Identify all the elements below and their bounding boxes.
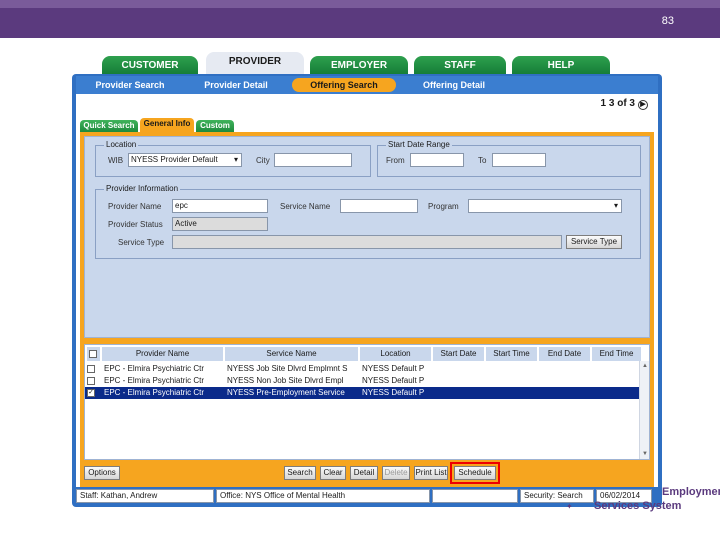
start-date-range-legend: Start Date Range [386, 140, 452, 149]
subnav-offering-search[interactable]: Offering Search [292, 78, 396, 92]
star-icon: ✦ [566, 502, 573, 511]
status-staff: Staff: Kathan, Andrew [76, 489, 214, 503]
service-name-cell: NYESS Non Job Site Dlvrd Empl [227, 376, 344, 385]
subnav-provider-search[interactable]: Provider Search [82, 78, 178, 92]
pager-text: 1 3 of 3 [600, 98, 635, 109]
logo-line-2: Services System [594, 500, 682, 512]
service-name-label: Service Name [280, 202, 331, 211]
tab-provider[interactable]: PROVIDER [206, 52, 304, 76]
next-page-icon[interactable]: ▶ [638, 100, 648, 110]
location-group: Location WIB NYESS Provider Default City [95, 140, 371, 177]
tab-custom[interactable]: Custom [196, 120, 234, 132]
slide-number: 83 [661, 15, 674, 27]
grid-scrollbar[interactable]: ▲ ▼ [639, 361, 649, 459]
schedule-highlight-box [450, 462, 500, 484]
scroll-down-icon[interactable]: ▼ [640, 449, 650, 459]
provider-status-field: Active [172, 217, 268, 231]
to-date-input[interactable] [492, 153, 546, 167]
wib-label: WIB [108, 156, 124, 165]
tab-customer[interactable]: CUSTOMER [102, 56, 198, 76]
provider-name-cell: EPC - Elmira Psychiatric Ctr [104, 388, 205, 397]
status-empty [432, 489, 518, 503]
provider-status-label: Provider Status [108, 220, 163, 229]
col-start-time[interactable]: Start Time [486, 347, 538, 361]
col-service-name[interactable]: Service Name [225, 347, 359, 361]
action-bar: Options Search Clear Detail Delete Print… [80, 462, 654, 484]
wib-value: NYESS Provider Default [131, 155, 218, 164]
program-label: Program [428, 202, 459, 211]
slide-header-bar: 83 [0, 0, 720, 38]
provider-name-cell: EPC - Elmira Psychiatric Ctr [104, 376, 205, 385]
detail-button[interactable]: Detail [350, 466, 378, 480]
row-checkbox[interactable] [87, 365, 95, 373]
search-button[interactable]: Search [284, 466, 316, 480]
to-label: To [478, 156, 487, 165]
header-strip [0, 0, 720, 8]
status-office: Office: NYS Office of Mental Health [216, 489, 430, 503]
select-all-checkbox[interactable] [89, 350, 97, 358]
table-row[interactable]: EPC - Elmira Psychiatric Ctr NYESS Job S… [85, 363, 639, 375]
start-date-range-group: Start Date Range From To [377, 140, 641, 177]
logo-line-1: Employment [662, 486, 720, 498]
service-name-cell: NYESS Pre-Employment Service [227, 388, 345, 397]
tab-quick-search[interactable]: Quick Search [80, 120, 138, 132]
search-form: Location WIB NYESS Provider Default City… [84, 136, 650, 338]
app-frame: Provider Search Provider Detail Offering… [72, 74, 662, 507]
pager: 1 3 of 3 ▶ [601, 98, 648, 110]
tab-general-info[interactable]: General Info [140, 118, 194, 132]
provider-information-group: Provider Information Provider Name epc S… [95, 184, 641, 259]
col-location[interactable]: Location [360, 347, 432, 361]
application-window: CUSTOMER PROVIDER EMPLOYER STAFF HELP Pr… [72, 52, 662, 507]
service-type-label: Service Type [118, 238, 165, 247]
col-end-date[interactable]: End Date [539, 347, 591, 361]
table-row[interactable]: EPC - Elmira Psychiatric Ctr NYESS Non J… [85, 375, 639, 387]
search-panel: Location WIB NYESS Provider Default City… [80, 132, 654, 487]
delete-button[interactable]: Delete [382, 466, 410, 480]
sub-navigation: Provider Search Provider Detail Offering… [76, 76, 658, 94]
service-name-input[interactable] [340, 199, 418, 213]
row-checkbox[interactable] [87, 377, 95, 385]
location-legend: Location [104, 140, 139, 149]
subnav-offering-detail[interactable]: Offering Detail [406, 78, 502, 92]
scroll-up-icon[interactable]: ▲ [640, 361, 650, 371]
city-input[interactable] [274, 153, 352, 167]
service-type-button[interactable]: Service Type [566, 235, 622, 249]
city-label: City [256, 156, 270, 165]
service-name-cell: NYESS Job Site Dlvrd Emplmnt S [227, 364, 348, 373]
select-all-header[interactable] [87, 347, 101, 361]
wib-select[interactable]: NYESS Provider Default [128, 153, 242, 167]
row-checkbox-checked[interactable]: ✓ [87, 389, 95, 397]
subnav-provider-detail[interactable]: Provider Detail [188, 78, 284, 92]
tab-employer[interactable]: EMPLOYER [310, 56, 408, 76]
tab-staff[interactable]: STAFF [414, 56, 506, 76]
from-label: From [386, 156, 405, 165]
clear-button[interactable]: Clear [320, 466, 346, 480]
col-start-date[interactable]: Start Date [433, 347, 485, 361]
provider-name-input[interactable]: epc [172, 199, 268, 213]
provider-name-cell: EPC - Elmira Psychiatric Ctr [104, 364, 205, 373]
location-cell: NYESS Default P [362, 364, 425, 373]
results-grid: Provider Name Service Name Location Star… [84, 344, 650, 460]
options-button[interactable]: Options [84, 466, 120, 480]
provider-information-legend: Provider Information [104, 184, 181, 193]
location-cell: NYESS Default P [362, 388, 425, 397]
provider-name-label: Provider Name [108, 202, 162, 211]
from-date-input[interactable] [410, 153, 464, 167]
table-row-selected[interactable]: ✓ EPC - Elmira Psychiatric Ctr NYESS Pre… [85, 387, 639, 399]
service-type-field [172, 235, 562, 249]
location-cell: NYESS Default P [362, 376, 425, 385]
col-end-time[interactable]: End Time [592, 347, 642, 361]
print-list-button[interactable]: Print List [414, 466, 448, 480]
tab-help[interactable]: HELP [512, 56, 610, 76]
col-provider-name[interactable]: Provider Name [102, 347, 224, 361]
content-area: 1 3 of 3 ▶ Quick Search General Info Cust… [76, 94, 658, 487]
program-select[interactable] [468, 199, 622, 213]
logo: Employment ✦ Services System [566, 486, 720, 516]
